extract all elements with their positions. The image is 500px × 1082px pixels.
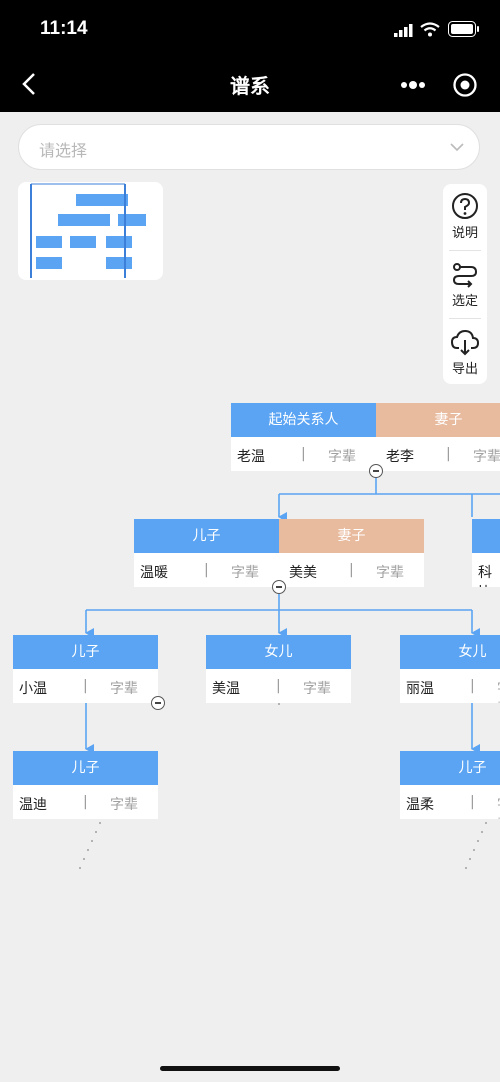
- select-label: 选定: [451, 294, 478, 309]
- close-miniprogram-icon[interactable]: [452, 72, 478, 98]
- person-card[interactable]: 儿子 温柔 | 字辈: [400, 751, 500, 819]
- card-name: 小温: [19, 681, 47, 697]
- card-role: 妻子: [376, 403, 500, 437]
- toolbar-divider: [449, 250, 481, 251]
- card-name: 温迪: [19, 797, 47, 813]
- card-role: 起始关系人: [231, 403, 376, 437]
- card-name: 温暖: [140, 565, 168, 581]
- card-name: 温柔: [406, 797, 434, 813]
- person-card[interactable]: 女儿 丽温 | 字辈: [400, 635, 500, 703]
- export-label: 导出: [451, 362, 478, 377]
- battery-icon: [448, 21, 479, 37]
- select-button[interactable]: 选定: [443, 252, 487, 316]
- card-generation: 字辈: [110, 681, 138, 697]
- more-icon[interactable]: [400, 80, 426, 90]
- toolbar-divider: [449, 318, 481, 319]
- card-name: 丽温: [406, 681, 434, 697]
- person-card[interactable]: 女儿 美温 | 字辈: [206, 635, 351, 703]
- card-role: 儿子: [13, 635, 158, 669]
- spouse-card[interactable]: 妻子 老李 | 字辈: [376, 403, 500, 471]
- card-name: 科比: [478, 565, 492, 587]
- card-role: 妻子: [279, 519, 424, 553]
- card-divider: |: [446, 446, 451, 462]
- card-role: 儿子: [13, 751, 158, 785]
- card-name: 老温: [237, 449, 265, 465]
- card-name: 老李: [386, 449, 414, 465]
- card-name: 美温: [212, 681, 240, 697]
- card-divider: |: [83, 794, 88, 810]
- route-icon: [452, 263, 478, 288]
- status-time: 11:14: [40, 18, 88, 39]
- card-role: [472, 519, 500, 553]
- card-divider: |: [204, 562, 209, 578]
- chevron-down-icon: [450, 143, 464, 152]
- person-card[interactable]: 科比: [472, 519, 500, 587]
- select-placeholder: 请选择: [39, 141, 88, 160]
- card-role: 儿子: [400, 751, 500, 785]
- card-generation: 字辈: [231, 565, 259, 581]
- card-name: 美美: [289, 565, 317, 581]
- card-divider: |: [301, 446, 306, 462]
- collapse-toggle[interactable]: [151, 696, 165, 710]
- collapse-toggle[interactable]: [272, 580, 286, 594]
- card-generation: 字辈: [110, 797, 138, 813]
- question-icon: [452, 193, 478, 219]
- card-generation: 字辈: [473, 449, 500, 465]
- card-divider: |: [276, 678, 281, 694]
- card-divider: |: [83, 678, 88, 694]
- collapse-toggle[interactable]: [369, 464, 383, 478]
- export-button[interactable]: 导出: [443, 320, 487, 384]
- card-generation: 字辈: [303, 681, 331, 697]
- home-indicator[interactable]: [160, 1066, 340, 1071]
- person-card[interactable]: 儿子 温迪 | 字辈: [13, 751, 158, 819]
- help-label: 说明: [451, 226, 478, 241]
- cloud-download-icon: [450, 329, 480, 356]
- nav-bar: 谱系: [0, 58, 500, 112]
- card-role: 女儿: [400, 635, 500, 669]
- tree-toolbar: 说明 选定 导出: [443, 184, 487, 384]
- card-role: 儿子: [134, 519, 279, 553]
- card-divider: |: [349, 562, 354, 578]
- tree-minimap[interactable]: [18, 182, 163, 280]
- help-button[interactable]: 说明: [443, 184, 487, 248]
- card-divider: |: [470, 794, 475, 810]
- spouse-card[interactable]: 妻子 美美 | 字辈: [279, 519, 424, 587]
- person-card[interactable]: 儿子 温暖 | 字辈: [134, 519, 279, 587]
- family-tree[interactable]: 起始关系人 老温 | 字辈 妻子 老李 | 字辈 儿子 温暖 | 字辈 妻子 美…: [0, 400, 500, 920]
- card-role: 女儿: [206, 635, 351, 669]
- wifi-icon: [420, 22, 440, 37]
- card-generation: 字辈: [376, 565, 404, 581]
- card-divider: |: [470, 678, 475, 694]
- person-card[interactable]: 儿子 小温 | 字辈: [13, 635, 158, 703]
- signal-icon: [394, 24, 413, 37]
- relation-select[interactable]: 请选择: [18, 124, 480, 170]
- root-person-card[interactable]: 起始关系人 老温 | 字辈: [231, 403, 376, 471]
- minimap-preview: [30, 183, 146, 278]
- status-bar: 11:14: [0, 0, 500, 58]
- card-generation: 字辈: [328, 449, 356, 465]
